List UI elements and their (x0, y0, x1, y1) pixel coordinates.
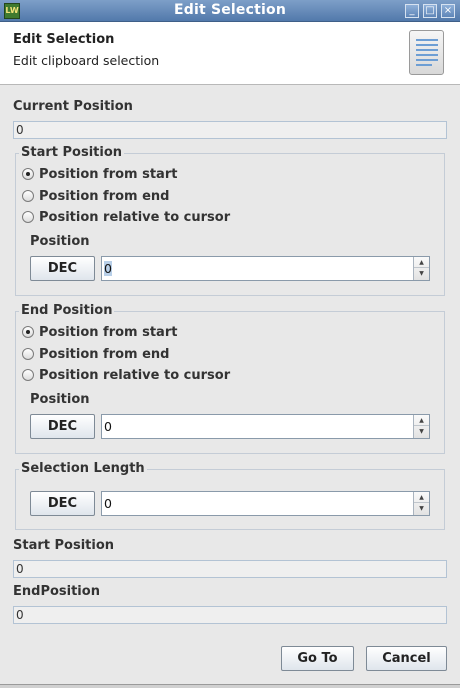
radio-label: Position relative to cursor (39, 209, 231, 225)
radio-label: Position from start (39, 166, 178, 182)
start-radio-from-end[interactable]: Position from end (22, 187, 169, 205)
start-position-sublabel: Position (30, 234, 90, 249)
spinner-up-icon[interactable]: ▲ (414, 492, 429, 503)
spinner-value[interactable]: 0 (104, 492, 112, 515)
current-position-field: 0 (13, 121, 447, 139)
radio-icon[interactable] (22, 348, 34, 360)
start-dec-button[interactable]: DEC (30, 256, 95, 281)
radio-label: Position relative to cursor (39, 367, 231, 383)
goto-button[interactable]: Go To (281, 646, 354, 671)
radio-selected-icon[interactable] (22, 326, 34, 338)
spinner-arrows: ▲ ▼ (413, 415, 429, 438)
radio-label: Position from end (39, 188, 170, 204)
spinner-arrows: ▲ ▼ (413, 492, 429, 515)
start-radio-relative-cursor[interactable]: Position relative to cursor (22, 208, 230, 226)
spinner-value[interactable]: 0 (104, 257, 112, 280)
length-dec-button[interactable]: DEC (30, 491, 95, 516)
end-position-sublabel: Position (30, 392, 90, 407)
maximize-icon[interactable]: □ (423, 4, 437, 18)
end-readout-field: 0 (13, 606, 447, 624)
start-position-group-title: Start Position (19, 145, 125, 160)
window-bottom-edge (0, 684, 460, 688)
radio-icon[interactable] (22, 190, 34, 202)
end-radio-from-end[interactable]: Position from end (22, 345, 169, 363)
start-radio-from-start[interactable]: Position from start (22, 165, 177, 183)
radio-icon[interactable] (22, 369, 34, 381)
spinner-down-icon[interactable]: ▼ (414, 426, 429, 437)
end-dec-button[interactable]: DEC (30, 414, 95, 439)
minimize-icon[interactable]: _ (405, 4, 419, 18)
selection-length-spinner[interactable]: 0 ▲ ▼ (101, 491, 430, 516)
spinner-down-icon[interactable]: ▼ (414, 268, 429, 279)
spinner-value[interactable]: 0 (104, 415, 112, 438)
spinner-down-icon[interactable]: ▼ (414, 503, 429, 514)
dialog-header: Edit Selection Edit clipboard selection (0, 22, 460, 85)
end-position-spinner[interactable]: 0 ▲ ▼ (101, 414, 430, 439)
spinner-arrows: ▲ ▼ (413, 257, 429, 280)
radio-label: Position from start (39, 324, 178, 340)
spinner-up-icon[interactable]: ▲ (414, 257, 429, 268)
window-titlebar[interactable]: LW Edit Selection _ □ × (0, 0, 460, 22)
document-lines-icon (409, 30, 444, 75)
selection-length-group-title: Selection Length (19, 461, 147, 476)
radio-selected-icon[interactable] (22, 168, 34, 180)
radio-icon[interactable] (22, 211, 34, 223)
end-position-group-title: End Position (19, 303, 115, 318)
start-readout-label: Start Position (13, 538, 115, 553)
spinner-up-icon[interactable]: ▲ (414, 415, 429, 426)
start-readout-field: 0 (13, 560, 447, 578)
radio-label: Position from end (39, 346, 170, 362)
header-subtitle: Edit clipboard selection (13, 53, 160, 68)
end-readout-label: EndPosition (13, 584, 100, 599)
start-position-spinner[interactable]: 0 ▲ ▼ (101, 256, 430, 281)
window-title: Edit Selection (174, 2, 286, 18)
end-radio-from-start[interactable]: Position from start (22, 323, 177, 341)
header-title: Edit Selection (13, 32, 115, 47)
current-position-label: Current Position (13, 99, 133, 114)
cancel-button[interactable]: Cancel (366, 646, 447, 671)
close-icon[interactable]: × (441, 4, 455, 18)
end-radio-relative-cursor[interactable]: Position relative to cursor (22, 366, 230, 384)
